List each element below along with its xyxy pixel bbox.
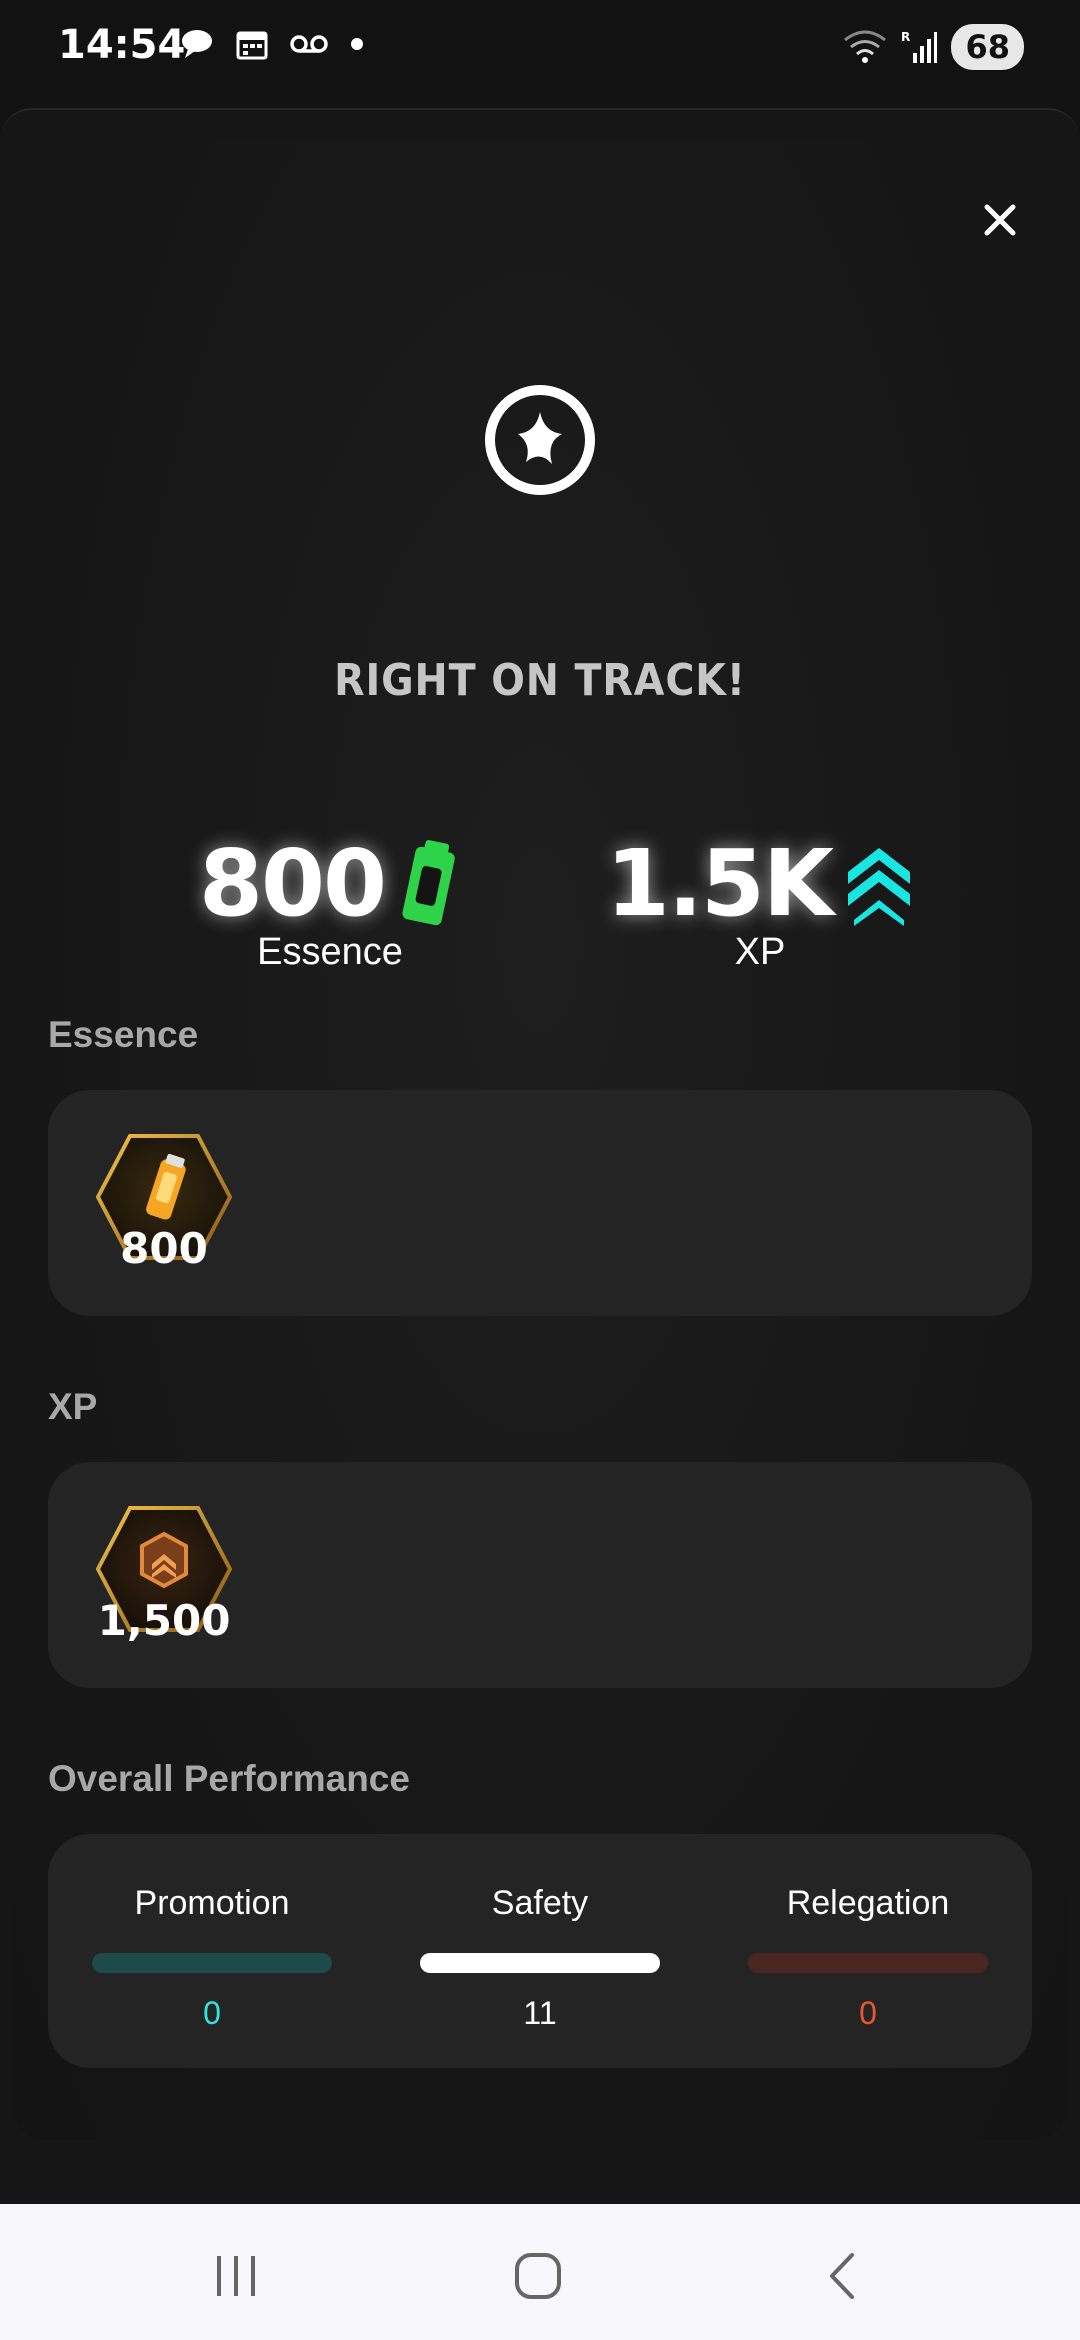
promotion-value: 0 bbox=[203, 1995, 221, 2031]
essence-reward-amount: 800 bbox=[120, 1224, 208, 1273]
status-time: 14:54 bbox=[58, 22, 186, 68]
back-button[interactable] bbox=[802, 2248, 882, 2304]
close-button[interactable] bbox=[972, 192, 1028, 248]
back-icon bbox=[830, 2253, 854, 2299]
relegation-label: Relegation bbox=[786, 1884, 950, 1922]
chat-bubble-icon bbox=[182, 30, 212, 58]
xp-stat: 1.5K XP bbox=[570, 830, 950, 974]
voicemail-icon bbox=[290, 35, 328, 53]
system-nav-bar bbox=[0, 2204, 1080, 2340]
safety-column: Safety 11 bbox=[420, 1884, 660, 2032]
home-icon bbox=[515, 2253, 561, 2299]
essence-canister-icon bbox=[402, 839, 455, 925]
status-bar: 14:54 R 68 bbox=[0, 0, 1080, 100]
battery-indicator: 68 bbox=[951, 24, 1024, 70]
headline: RIGHT ON TRACK! bbox=[334, 655, 746, 706]
performance-section-title: Overall Performance bbox=[48, 1758, 410, 1799]
essence-section-title: Essence bbox=[48, 1014, 199, 1055]
essence-stat: 800 Essence bbox=[140, 830, 520, 974]
recents-button[interactable] bbox=[196, 2248, 276, 2304]
safety-value: 11 bbox=[523, 1995, 557, 2031]
essence-stat-value: 800 bbox=[198, 830, 387, 937]
relegation-value: 0 bbox=[859, 1995, 877, 2031]
relegation-bar bbox=[748, 1953, 988, 1973]
close-icon bbox=[984, 204, 1016, 236]
safety-bar bbox=[420, 1953, 660, 1973]
xp-section-title: XP bbox=[48, 1386, 98, 1427]
signal-icon: R bbox=[901, 30, 938, 63]
xp-stat-label: XP bbox=[734, 931, 786, 973]
reward-sheet: RIGHT ON TRACK! 800 Essence 1.5K XP Esse… bbox=[0, 108, 1080, 2204]
notification-icons bbox=[180, 28, 364, 60]
essence-stat-label: Essence bbox=[257, 931, 403, 973]
xp-chevrons-icon bbox=[848, 847, 911, 926]
wifi-icon bbox=[844, 30, 887, 63]
home-button[interactable] bbox=[498, 2248, 578, 2304]
relegation-column: Relegation 0 bbox=[748, 1884, 988, 2032]
calendar-icon bbox=[236, 31, 268, 60]
recents-icon bbox=[217, 2256, 255, 2296]
xp-stat-value: 1.5K bbox=[605, 830, 834, 937]
promotion-bar bbox=[92, 1953, 332, 1973]
status-right: R 68 bbox=[843, 24, 1024, 70]
dot-icon bbox=[351, 38, 363, 50]
svg-text:R: R bbox=[901, 30, 910, 44]
star-badge-icon bbox=[485, 385, 595, 495]
safety-label: Safety bbox=[491, 1884, 589, 1922]
xp-reward-amount: 1,500 bbox=[97, 1596, 231, 1645]
performance-card: Promotion 0 Safety 11 Relegation 0 bbox=[48, 1834, 1032, 2068]
promotion-column: Promotion 0 bbox=[92, 1884, 332, 2032]
essence-reward-card: 800 bbox=[48, 1090, 1032, 1316]
promotion-label: Promotion bbox=[134, 1884, 290, 1922]
xp-reward-card: 1,500 bbox=[48, 1462, 1032, 1688]
